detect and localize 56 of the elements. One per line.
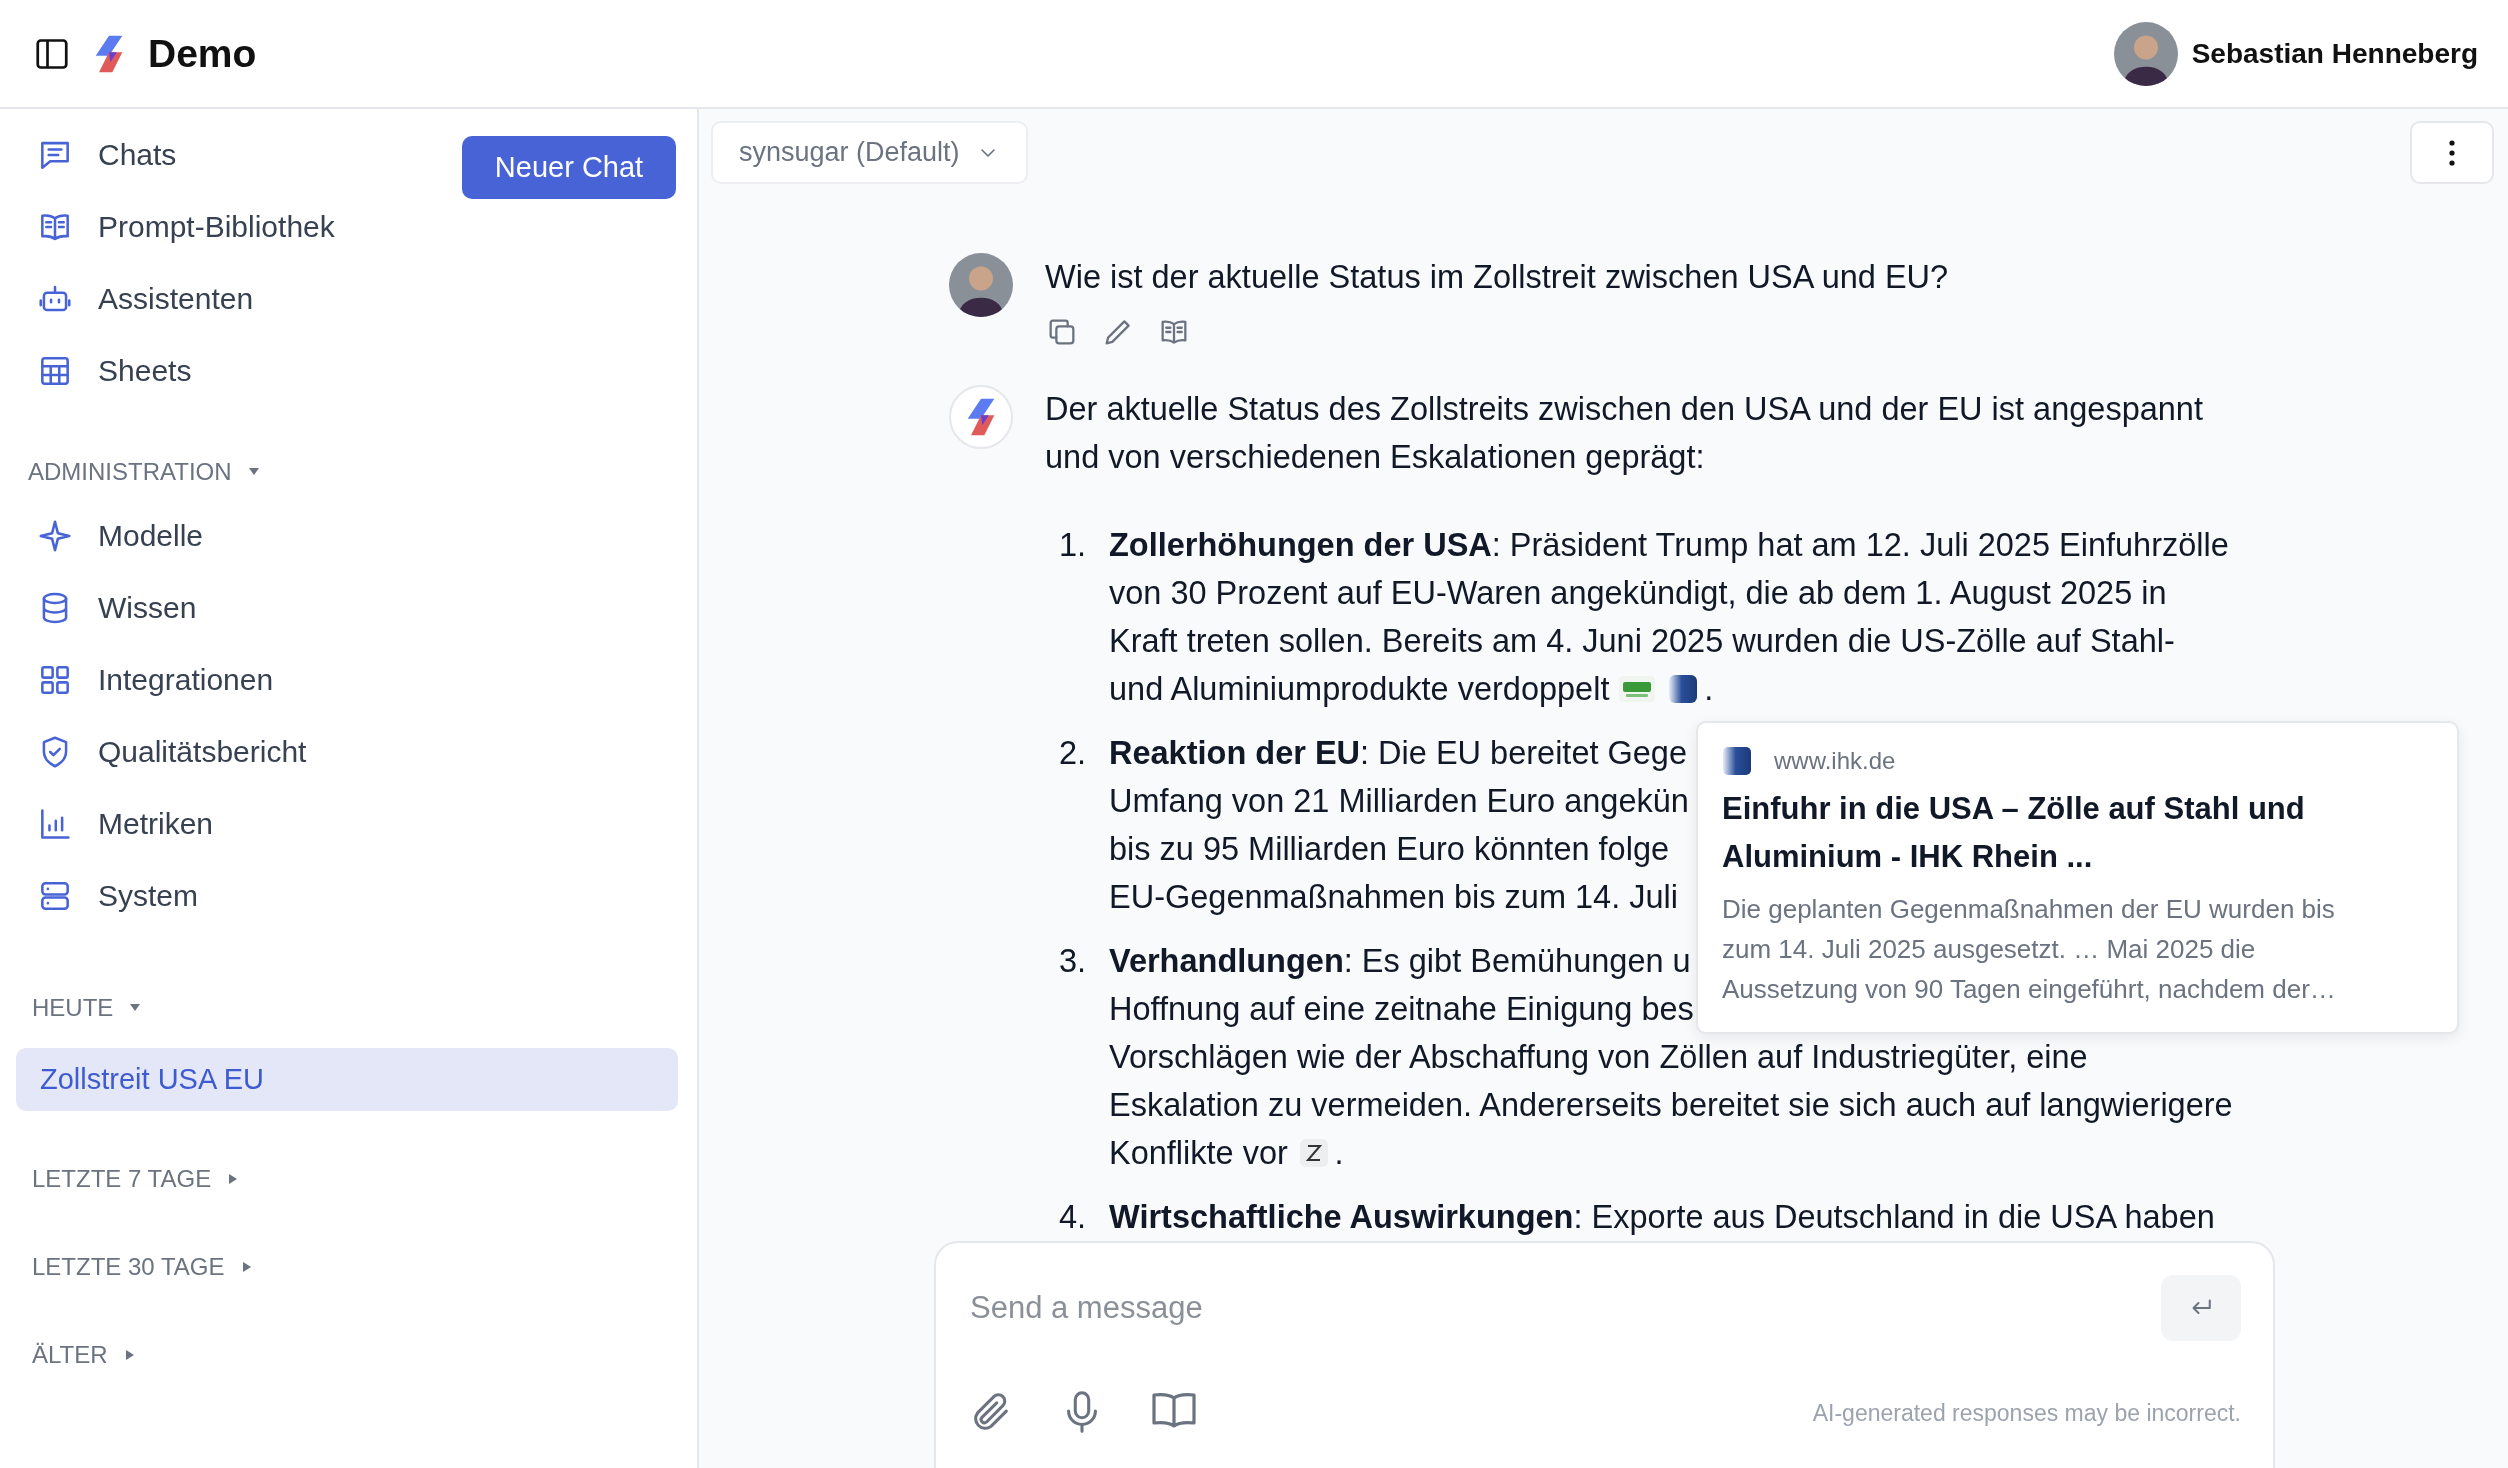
citation-domain: www.ihk.de [1774, 747, 1896, 775]
section-label: LETZTE 30 TAGE [32, 1253, 225, 1281]
nav-label: Chats [98, 138, 177, 172]
section-header[interactable]: LETZTE 7 TAGE [16, 1159, 681, 1199]
list-number: 1. [1058, 526, 1087, 565]
nav-label: Qualitätsbericht [98, 735, 307, 769]
list-item-text: Wirtschaftliche Auswirkungen: Exporte aus Deutschland in die USA haben [1109, 1198, 2215, 1237]
chat-history-item[interactable]: Zollstreit USA EU [16, 1048, 678, 1111]
list-item-text: Reaktion der EU: Die EU bereitet Gege Umfang von 21 Milliarden Euro angekün bis zu 95 Milliarden Euro könnten folge EU-Gegenmaßnahmen bis zum 14. Juli [1109, 734, 1689, 917]
user-message: Wie ist der aktuelle Status im Zollstreit zwischen USA und EU? [1045, 258, 1950, 297]
nav-item[interactable]: Qualitätsbericht [16, 716, 681, 788]
logo-icon [966, 397, 996, 437]
section-header[interactable]: ADMINISTRATION [16, 452, 681, 492]
nav-label: System [98, 879, 199, 913]
site-favicon [1722, 746, 1752, 776]
nav-label: Sheets [98, 354, 192, 388]
list-number: 4. [1058, 1198, 1087, 1237]
section-header[interactable]: LETZTE 30 TAGE [16, 1247, 681, 1287]
nav-item[interactable]: Assistenten [16, 263, 462, 335]
section-label: LETZTE 7 TAGE [32, 1165, 212, 1193]
list-number: 3. [1058, 942, 1087, 981]
list-number: 2. [1058, 734, 1087, 773]
user-name[interactable]: Sebastian Henneberg [2191, 37, 2478, 70]
caret-icon [123, 1349, 136, 1361]
section-header[interactable]: HEUTE [16, 988, 681, 1028]
nav-item[interactable]: Modelle [16, 500, 681, 572]
section-label: HEUTE [32, 994, 114, 1022]
app-title: Demo [148, 31, 257, 76]
nav-label: Integrationen [98, 663, 274, 697]
new-chat-button[interactable]: Neuer Chat [462, 136, 676, 199]
nav-item[interactable]: Chats [16, 119, 462, 191]
nav-label: Assistenten [98, 282, 254, 316]
nav-item[interactable]: Metriken [16, 788, 681, 860]
caret-icon [240, 1261, 253, 1273]
nav-item[interactable]: Wissen [16, 572, 681, 644]
citation-snippet: Die geplanten Gegenmaßnahmen der EU wurden bis zum 14. Juli 2025 ausgesetzt. … Mai 2025 die Aussetzung von 90 Tagen eingeführt, nachdem der… [1722, 893, 2337, 1006]
nav-item[interactable]: Integrationen [16, 644, 681, 716]
nav-item[interactable]: System [16, 860, 681, 932]
assistant-message: Der aktuelle Status des Zollstreits zwischen den USA und der EU ist angespannt und von verschiedenen Eskalationen geprägt: [1045, 390, 2204, 477]
list-item-text: Zollerhöhungen der USA: Präsident Trump hat am 12. Juli 2025 Einfuhrzölle von 30 Prozent auf EU-Waren angekündigt, die ab dem 1. August 2025 in Kraft treten sollen. Bereits am 4. Juni 2025 wurden die US-Zölle auf Stahl- und Aluminiumprodukte verdoppelt . [1109, 526, 2229, 709]
disclaimer-text: AI-generated responses may be incorrect. [1812, 1399, 2241, 1427]
nav-label: Wissen [98, 591, 197, 625]
nav-label: Metriken [98, 807, 214, 841]
message-input[interactable]: Send a message [968, 1289, 2161, 1327]
nav-label: Prompt-Bibliothek [98, 210, 335, 244]
section-header[interactable]: ÄLTER [16, 1335, 681, 1375]
logo-icon [94, 33, 124, 74]
more-vertical-icon [2448, 138, 2456, 167]
model-select-value: synsugar (Default) [739, 137, 960, 168]
section-label: ADMINISTRATION [28, 458, 232, 486]
citation-title[interactable]: Einfuhr in die USA – Zölle auf Stahl und Aluminium - IHK Rhein ... [1722, 785, 2382, 881]
section-label: ÄLTER [32, 1341, 108, 1369]
nav-label: Modelle [98, 519, 204, 553]
model-select[interactable]: synsugar (Default) [711, 121, 1028, 184]
nav-item[interactable]: Prompt-Bibliothek [16, 191, 462, 263]
nav-item[interactable]: Sheets [16, 335, 462, 407]
